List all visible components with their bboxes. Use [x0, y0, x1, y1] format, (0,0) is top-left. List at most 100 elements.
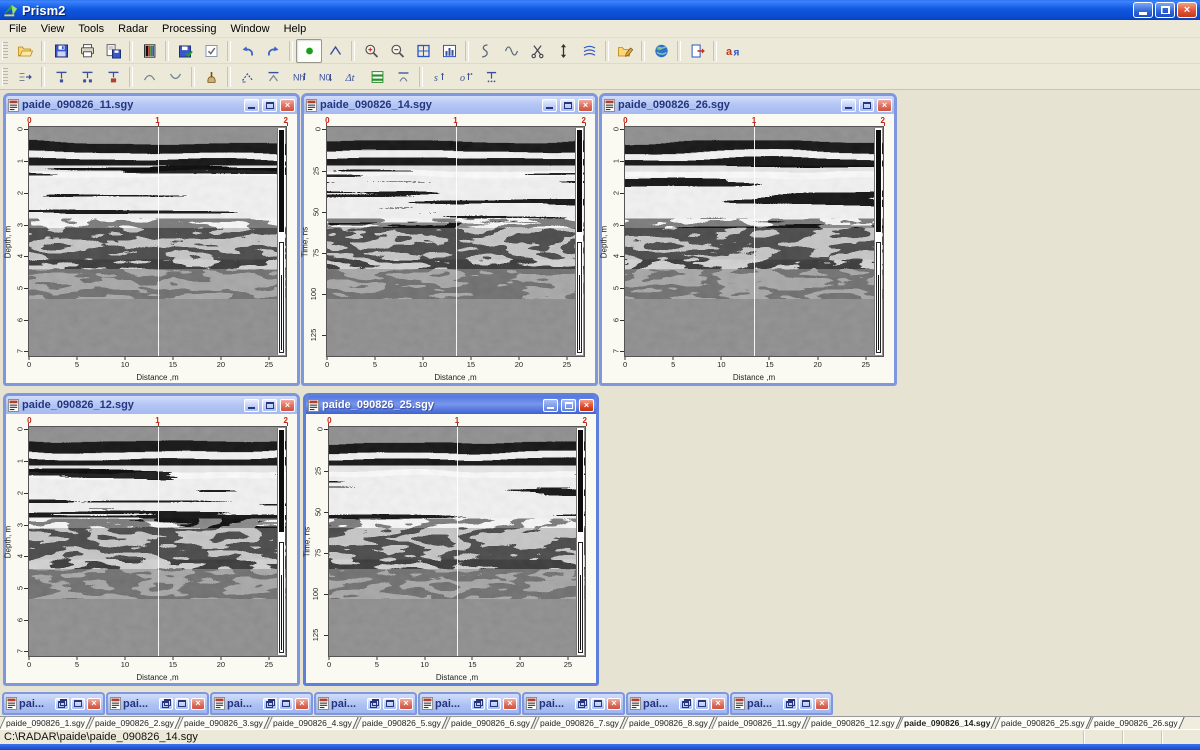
- child-maximize-button[interactable]: [799, 698, 813, 710]
- tb-gain-s-button[interactable]: s: [426, 65, 452, 89]
- child-titlebar[interactable]: paide_090826_12.sgy ×: [6, 396, 297, 414]
- tb-open-button[interactable]: [12, 39, 38, 63]
- child-maximize-button[interactable]: [487, 698, 501, 710]
- tb-delta-t-button[interactable]: Δt: [338, 65, 364, 89]
- tb-record-button[interactable]: [296, 39, 322, 63]
- child-close-button[interactable]: ×: [607, 698, 621, 710]
- child-close-button[interactable]: ×: [579, 399, 594, 412]
- child-maximize-button[interactable]: [859, 99, 874, 112]
- doc-tab-paide_090826_1.sgy[interactable]: paide_090826_1.sgy: [0, 717, 92, 729]
- tb-trace-edit-button[interactable]: [472, 39, 498, 63]
- app-restore-button[interactable]: [1155, 2, 1175, 18]
- tb-antenna-b-button[interactable]: [74, 65, 100, 89]
- tb-exit-editor-button[interactable]: [684, 39, 710, 63]
- tb-align-peak-button[interactable]: [390, 65, 416, 89]
- radargram-plot[interactable]: [28, 126, 287, 357]
- menu-radar[interactable]: Radar: [111, 21, 155, 37]
- app-minimize-button[interactable]: [1133, 2, 1153, 18]
- minimized-window-5[interactable]: pai... ×: [418, 692, 521, 715]
- menu-tools[interactable]: Tools: [71, 21, 111, 37]
- child-restore-button[interactable]: [367, 698, 381, 710]
- tb-save-project-button[interactable]: [172, 39, 198, 63]
- radargram-plot[interactable]: [28, 426, 287, 657]
- tb-top-cut-button[interactable]: [260, 65, 286, 89]
- child-restore-button[interactable]: [55, 698, 69, 710]
- doc-tab-paide_090826_14.sgy[interactable]: paide_090826_14.sgy: [898, 717, 998, 729]
- toolbar-grip[interactable]: [2, 68, 8, 86]
- minimized-window-2[interactable]: pai... ×: [106, 692, 209, 715]
- child-close-button[interactable]: ×: [578, 99, 593, 112]
- tb-trace-move-button[interactable]: [12, 65, 38, 89]
- tb-options-check-button[interactable]: [198, 39, 224, 63]
- doc-tab-paide_090826_25.sgy[interactable]: paide_090826_25.sgy: [994, 717, 1091, 729]
- doc-tab-paide_090826_3.sgy[interactable]: paide_090826_3.sgy: [177, 717, 269, 729]
- child-restore-button[interactable]: [471, 698, 485, 710]
- child-titlebar[interactable]: paide_090826_14.sgy ×: [304, 96, 595, 114]
- child-restore-button[interactable]: [679, 698, 693, 710]
- child-maximize-button[interactable]: [262, 399, 277, 412]
- minimized-window-1[interactable]: pai... ×: [2, 692, 105, 715]
- tb-peak-up-button[interactable]: [136, 65, 162, 89]
- tb-redo-button[interactable]: [260, 39, 286, 63]
- amplitude-scale-bar[interactable]: [575, 128, 583, 355]
- menu-help[interactable]: Help: [277, 21, 314, 37]
- tb-n-h-button[interactable]: Nh: [286, 65, 312, 89]
- tb-zoom-out-button[interactable]: [384, 39, 410, 63]
- menu-window[interactable]: Window: [223, 21, 276, 37]
- doc-tab-paide_090826_4.sgy[interactable]: paide_090826_4.sgy: [266, 717, 358, 729]
- marker-ruler[interactable]: 012: [328, 414, 586, 426]
- radargram-plot[interactable]: [328, 426, 586, 657]
- child-titlebar[interactable]: paide_090826_25.sgy ×: [306, 396, 596, 414]
- marker-ruler[interactable]: 012: [28, 114, 287, 126]
- doc-tab-paide_090826_6.sgy[interactable]: paide_090826_6.sgy: [444, 717, 536, 729]
- menu-processing[interactable]: Processing: [155, 21, 223, 37]
- menu-file[interactable]: File: [2, 21, 34, 37]
- child-close-button[interactable]: ×: [815, 698, 829, 710]
- tb-antenna-c-button[interactable]: [100, 65, 126, 89]
- child-restore-button[interactable]: [783, 698, 797, 710]
- tb-n-zero-button[interactable]: N0: [312, 65, 338, 89]
- tb-print-button[interactable]: [74, 39, 100, 63]
- tb-peak-down-button[interactable]: [162, 65, 188, 89]
- tb-gain-o-button[interactable]: o: [452, 65, 478, 89]
- marker-ruler[interactable]: 012: [326, 114, 585, 126]
- child-restore-button[interactable]: [263, 698, 277, 710]
- child-close-button[interactable]: ×: [280, 399, 295, 412]
- tb-histogram-button[interactable]: [436, 39, 462, 63]
- minimized-window-4[interactable]: pai... ×: [314, 692, 417, 715]
- menu-view[interactable]: View: [34, 21, 72, 37]
- amplitude-scale-bar[interactable]: [277, 128, 285, 355]
- tb-edit-project-button[interactable]: [612, 39, 638, 63]
- tb-antenna-a-button[interactable]: [48, 65, 74, 89]
- child-minimize-button[interactable]: [841, 99, 856, 112]
- tb-fit-window-button[interactable]: [410, 39, 436, 63]
- child-close-button[interactable]: ×: [877, 99, 892, 112]
- child-close-button[interactable]: ×: [87, 698, 101, 710]
- child-close-button[interactable]: ×: [399, 698, 413, 710]
- marker-ruler[interactable]: 012: [624, 114, 884, 126]
- child-titlebar[interactable]: paide_090826_26.sgy ×: [602, 96, 894, 114]
- child-titlebar[interactable]: paide_090826_11.sgy ×: [6, 96, 297, 114]
- tb-zoom-in-button[interactable]: [358, 39, 384, 63]
- marker-ruler[interactable]: 012: [28, 414, 287, 426]
- doc-tab-paide_090826_8.sgy[interactable]: paide_090826_8.sgy: [622, 717, 714, 729]
- tb-palette-button[interactable]: [136, 39, 162, 63]
- tb-auto-pick-button[interactable]: [234, 65, 260, 89]
- child-maximize-button[interactable]: [262, 99, 277, 112]
- tb-peak-button[interactable]: [322, 39, 348, 63]
- child-minimize-button[interactable]: [542, 99, 557, 112]
- tb-wavelet-button[interactable]: [498, 39, 524, 63]
- child-restore-button[interactable]: [575, 698, 589, 710]
- tb-multi-wave-button[interactable]: [576, 39, 602, 63]
- amplitude-scale-bar[interactable]: [576, 428, 584, 655]
- minimized-window-6[interactable]: pai... ×: [522, 692, 625, 715]
- child-maximize-button[interactable]: [560, 99, 575, 112]
- child-minimize-button[interactable]: [244, 399, 259, 412]
- tb-vertical-scale-button[interactable]: [550, 39, 576, 63]
- tb-save-as-button[interactable]: [100, 39, 126, 63]
- child-close-button[interactable]: ×: [711, 698, 725, 710]
- amplitude-scale-bar[interactable]: [277, 428, 285, 655]
- app-titlebar[interactable]: Prism2 ×: [0, 0, 1200, 20]
- tb-time-cut-button[interactable]: [478, 65, 504, 89]
- tb-undo-button[interactable]: [234, 39, 260, 63]
